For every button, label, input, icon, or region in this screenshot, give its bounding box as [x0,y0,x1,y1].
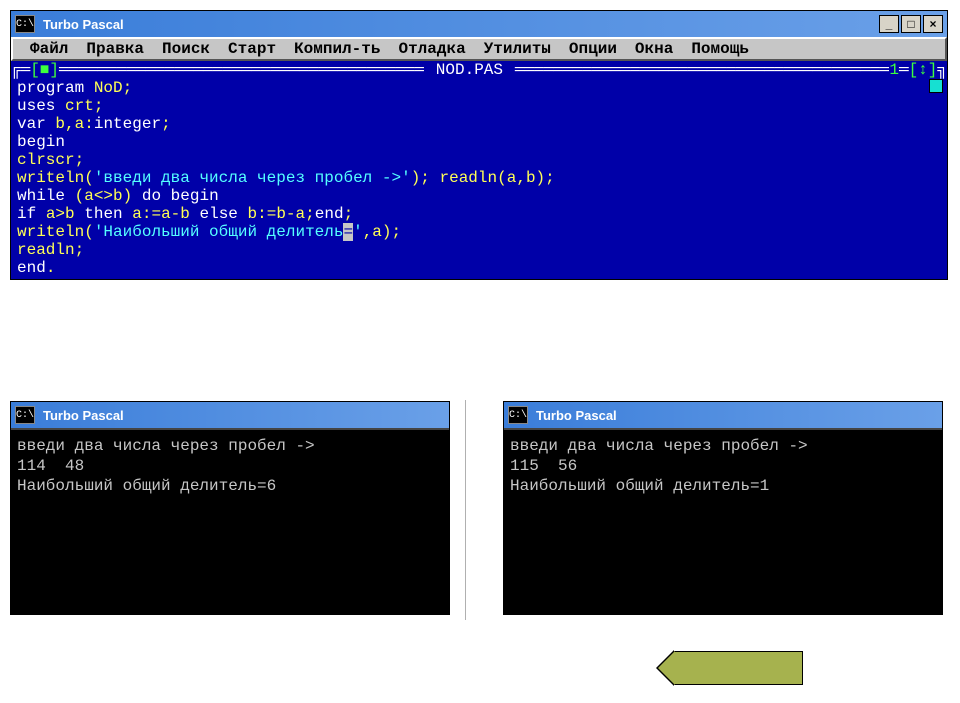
menu-edit[interactable]: Правка [77,40,153,58]
code-line[interactable]: clrscr; [17,151,947,169]
minimize-button[interactable]: _ [879,15,899,33]
editor-filename: NOD.PAS [436,61,503,79]
menu-compile[interactable]: Компил-ть [285,40,389,58]
window-title: Turbo Pascal [43,408,449,423]
code-line[interactable]: var b,a:integer; [17,115,947,133]
window-title: Turbo Pascal [536,408,942,423]
menu-windows[interactable]: Окна [626,40,682,58]
main-editor-window: C:\ Turbo Pascal _ □ × Файл Правка Поиск… [10,10,948,280]
menubar: Файл Правка Поиск Старт Компил-ть Отладк… [11,37,947,61]
editor-scroll-icon[interactable]: [↕] [909,61,938,79]
editor-window-number: 1 [889,61,899,79]
titlebar[interactable]: C:\ Turbo Pascal _ □ × [11,11,947,37]
code-body[interactable]: program NoD;uses crt;var b,a:integer;beg… [11,79,947,277]
window-title: Turbo Pascal [43,17,879,32]
menu-options[interactable]: Опции [560,40,626,58]
menu-search[interactable]: Поиск [153,40,219,58]
app-icon: C:\ [15,406,35,424]
code-line[interactable]: end. [17,259,947,277]
close-button[interactable]: × [923,15,943,33]
output-window-left: C:\ Turbo Pascal введи два числа через п… [10,401,450,615]
code-line[interactable]: uses crt; [17,97,947,115]
code-line[interactable]: program NoD; [17,79,947,97]
code-editor[interactable]: ╔═[■]═══════════════════════════════════… [11,61,947,279]
maximize-button[interactable]: □ [901,15,921,33]
code-line[interactable]: begin [17,133,947,151]
code-line[interactable]: if a>b then a:=a-b else b:=b-a;end; [17,205,947,223]
prev-arrow-button[interactable] [673,651,803,685]
titlebar-left[interactable]: C:\ Turbo Pascal [11,402,449,428]
menu-help[interactable]: Помощь [682,40,758,58]
scrollbar-thumb[interactable] [929,79,943,93]
titlebar-right[interactable]: C:\ Turbo Pascal [504,402,942,428]
menu-file[interactable]: Файл [21,40,77,58]
console-output-right: введи два числа через пробел -> 115 56 Н… [504,428,942,614]
menu-utils[interactable]: Утилиты [475,40,560,58]
app-icon: C:\ [15,15,35,33]
output-window-right: C:\ Turbo Pascal введи два числа через п… [503,401,943,615]
editor-frame-top: ╔═[■]═══════════════════════════════════… [11,61,947,79]
console-output-left: введи два числа через пробел -> 114 48 Н… [11,428,449,614]
code-line[interactable]: writeln('введи два числа через пробел ->… [17,169,947,187]
code-line[interactable]: writeln('Наибольший общий делитель=',a); [17,223,947,241]
code-line[interactable]: readln; [17,241,947,259]
menu-debug[interactable]: Отладка [389,40,474,58]
editor-close-icon[interactable]: [■] [30,61,59,79]
arrow-left-icon [658,651,675,685]
menu-start[interactable]: Старт [219,40,285,58]
code-line[interactable]: while (a<>b) do begin [17,187,947,205]
app-icon: C:\ [508,406,528,424]
vertical-divider [465,400,466,620]
